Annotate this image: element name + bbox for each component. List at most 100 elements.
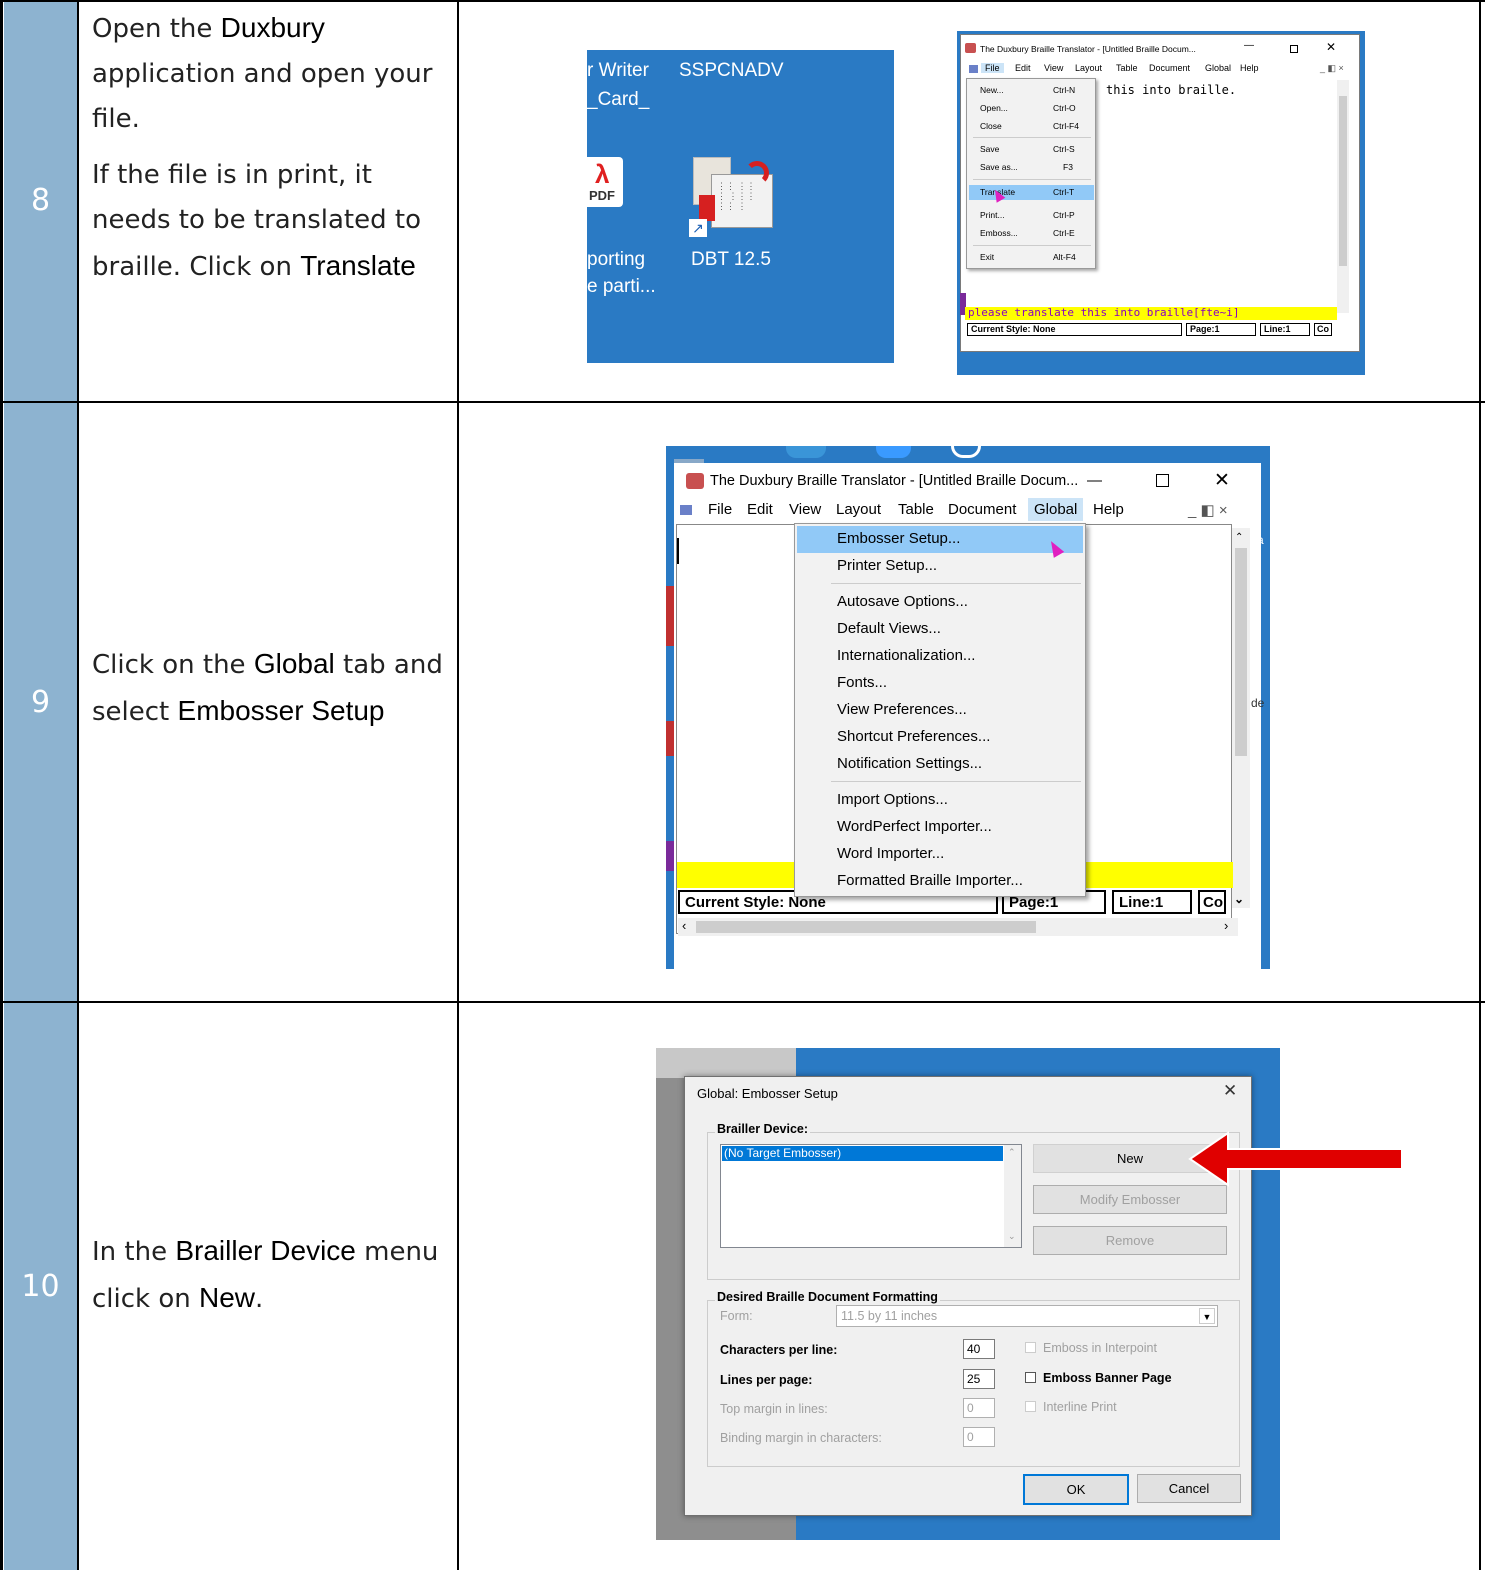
- menu-item-wordperfect-importer[interactable]: WordPerfect Importer...: [837, 818, 992, 835]
- menu-item-import-options[interactable]: Import Options...: [837, 791, 948, 808]
- remove-button[interactable]: Remove: [1033, 1226, 1227, 1255]
- step-8-paragraph-1: Open the Duxbury application and open yo…: [92, 12, 433, 134]
- menu-item-view-preferences[interactable]: View Preferences...: [837, 701, 967, 718]
- global-menu: Embosser Setup... Printer Setup... Autos…: [794, 523, 1086, 897]
- menu-item-close[interactable]: Close: [980, 121, 1002, 131]
- menu-item-printer-setup[interactable]: Printer Setup...: [837, 557, 937, 574]
- menu-file[interactable]: File: [981, 63, 1004, 73]
- menu-view[interactable]: View: [1044, 63, 1063, 73]
- chars-per-line-input[interactable]: 40: [963, 1339, 995, 1359]
- menu-help[interactable]: Help: [1240, 63, 1259, 73]
- menu-layout[interactable]: Layout: [1075, 63, 1102, 73]
- vertical-scrollbar[interactable]: ⌃: [1232, 528, 1250, 908]
- menu-item-internationalization[interactable]: Internationalization...: [837, 647, 975, 664]
- menu-help[interactable]: Help: [1093, 501, 1124, 518]
- menu-edit[interactable]: Edit: [1015, 63, 1031, 73]
- desktop-label[interactable]: porting: [587, 249, 645, 271]
- table-border: [1479, 0, 1481, 1570]
- close-button[interactable]: ✕: [1326, 40, 1336, 54]
- form-label: Form:: [720, 1309, 753, 1323]
- red-arrow-icon: [1188, 1131, 1408, 1187]
- menu-item-emboss[interactable]: Emboss...: [980, 228, 1018, 238]
- close-button[interactable]: ✕: [1214, 469, 1230, 492]
- top-margin-input[interactable]: 0: [963, 1398, 995, 1418]
- banner-page-checkbox[interactable]: [1025, 1372, 1036, 1383]
- desktop-label[interactable]: SSPCNADV: [679, 60, 784, 82]
- maximize-button[interactable]: [1156, 474, 1169, 487]
- step-number-10: 10: [4, 1003, 77, 1570]
- menu-item-save[interactable]: Save: [980, 144, 999, 154]
- formatting-label: Desired Braille Document Formatting: [715, 1290, 940, 1304]
- step-10-instructions: In the Brailler Device menu click on New…: [92, 1235, 439, 1314]
- side-fragment: de: [1251, 696, 1265, 710]
- desktop-label[interactable]: _Card_: [587, 89, 649, 111]
- text-cursor: [677, 538, 679, 564]
- table-border: [0, 0, 1485, 2]
- minimize-button[interactable]: —: [1087, 472, 1102, 489]
- chars-per-line-label: Characters per line:: [720, 1343, 838, 1357]
- dbt-app-icon[interactable]: ⋮⋮ ⋮⋮ ⋮ ⋮⋮⋮ ⋮⋮ ⋮ ↗: [689, 157, 777, 242]
- interline-print-checkbox[interactable]: [1025, 1401, 1036, 1412]
- cancel-button[interactable]: Cancel: [1137, 1474, 1241, 1503]
- menubar: File Edit View Layout Table Document Glo…: [965, 63, 1357, 78]
- window-title: The Duxbury Braille Translator - [Untitl…: [710, 473, 1079, 489]
- document-text: this into braille.: [1106, 83, 1237, 97]
- menu-global[interactable]: Global: [1205, 63, 1231, 73]
- dialog-screenshot: Global: Embosser Setup ✕ Brailler Device…: [656, 1048, 1280, 1540]
- close-button[interactable]: ✕: [1223, 1081, 1237, 1101]
- desktop-label[interactable]: r Writer: [587, 60, 649, 82]
- menu-table[interactable]: Table: [898, 501, 934, 518]
- form-select[interactable]: 11.5 by 11 inches ▼: [836, 1305, 1218, 1327]
- menu-item-save-as[interactable]: Save as...: [980, 162, 1018, 172]
- menu-item-shortcut-preferences[interactable]: Shortcut Preferences...: [837, 728, 990, 745]
- doc-icon: [680, 505, 692, 515]
- table-border: [0, 401, 1485, 403]
- menu-item-exit[interactable]: Exit: [980, 252, 994, 262]
- minimize-button[interactable]: —: [1244, 40, 1254, 51]
- menu-item-word-importer[interactable]: Word Importer...: [837, 845, 944, 862]
- menu-document[interactable]: Document: [1149, 63, 1190, 73]
- menubar: File Edit View Layout Table Document Glo…: [674, 498, 1261, 523]
- interpoint-checkbox[interactable]: [1025, 1342, 1036, 1353]
- brailler-device-label: Brailler Device:: [715, 1122, 811, 1136]
- translated-line: please translate this into braille[fte~i…: [965, 306, 1337, 320]
- vertical-scrollbar[interactable]: [1337, 80, 1349, 313]
- step-9-instructions: Click on the Global tab and select Embos…: [92, 648, 443, 727]
- menu-item-autosave-options[interactable]: Autosave Options...: [837, 593, 968, 610]
- desktop-label[interactable]: e parti...: [587, 276, 656, 298]
- pdf-icon[interactable]: λ PDF: [587, 157, 623, 207]
- desktop-label[interactable]: DBT 12.5: [691, 249, 771, 271]
- app-icon: [686, 473, 704, 489]
- ok-button[interactable]: OK: [1023, 1474, 1129, 1505]
- menu-item-open[interactable]: Open...: [980, 103, 1008, 113]
- lines-per-page-input[interactable]: 25: [963, 1369, 995, 1389]
- brailler-device-list[interactable]: (No Target Embosser) ⌃ ⌄: [720, 1144, 1022, 1248]
- menu-item-notification-settings[interactable]: Notification Settings...: [837, 755, 982, 772]
- dbt-window-small: The Duxbury Braille Translator - [Untitl…: [957, 31, 1365, 375]
- interline-print-label: Interline Print: [1043, 1400, 1117, 1414]
- menu-global[interactable]: Global: [1028, 498, 1084, 521]
- menu-item-new[interactable]: New...: [980, 85, 1004, 95]
- modify-embosser-button[interactable]: Modify Embosser: [1033, 1185, 1227, 1214]
- menu-item-embosser-setup[interactable]: Embosser Setup...: [837, 530, 960, 547]
- maximize-button[interactable]: [1290, 45, 1298, 53]
- binding-margin-label: Binding margin in characters:: [720, 1431, 882, 1445]
- menu-item-formatted-braille-importer[interactable]: Formatted Braille Importer...: [837, 872, 1023, 889]
- dialog-title: Global: Embosser Setup: [697, 1086, 838, 1101]
- menu-table[interactable]: Table: [1116, 63, 1138, 73]
- menu-item-print[interactable]: Print...: [980, 210, 1005, 220]
- menu-item-default-views[interactable]: Default Views...: [837, 620, 941, 637]
- menu-layout[interactable]: Layout: [836, 501, 881, 518]
- menu-edit[interactable]: Edit: [747, 501, 773, 518]
- menu-file[interactable]: File: [708, 501, 732, 518]
- embosser-setup-dialog: Global: Embosser Setup ✕ Brailler Device…: [684, 1076, 1252, 1516]
- top-margin-label: Top margin in lines:: [720, 1402, 828, 1416]
- horizontal-scrollbar[interactable]: ‹ ›: [678, 918, 1238, 936]
- menu-view[interactable]: View: [789, 501, 821, 518]
- chevron-down-icon[interactable]: ▼: [1199, 1308, 1215, 1324]
- menu-item-fonts[interactable]: Fonts...: [837, 674, 887, 691]
- menu-document[interactable]: Document: [948, 501, 1016, 518]
- lines-per-page-label: Lines per page:: [720, 1373, 813, 1387]
- list-item[interactable]: (No Target Embosser): [722, 1146, 1003, 1161]
- binding-margin-input[interactable]: 0: [963, 1427, 995, 1447]
